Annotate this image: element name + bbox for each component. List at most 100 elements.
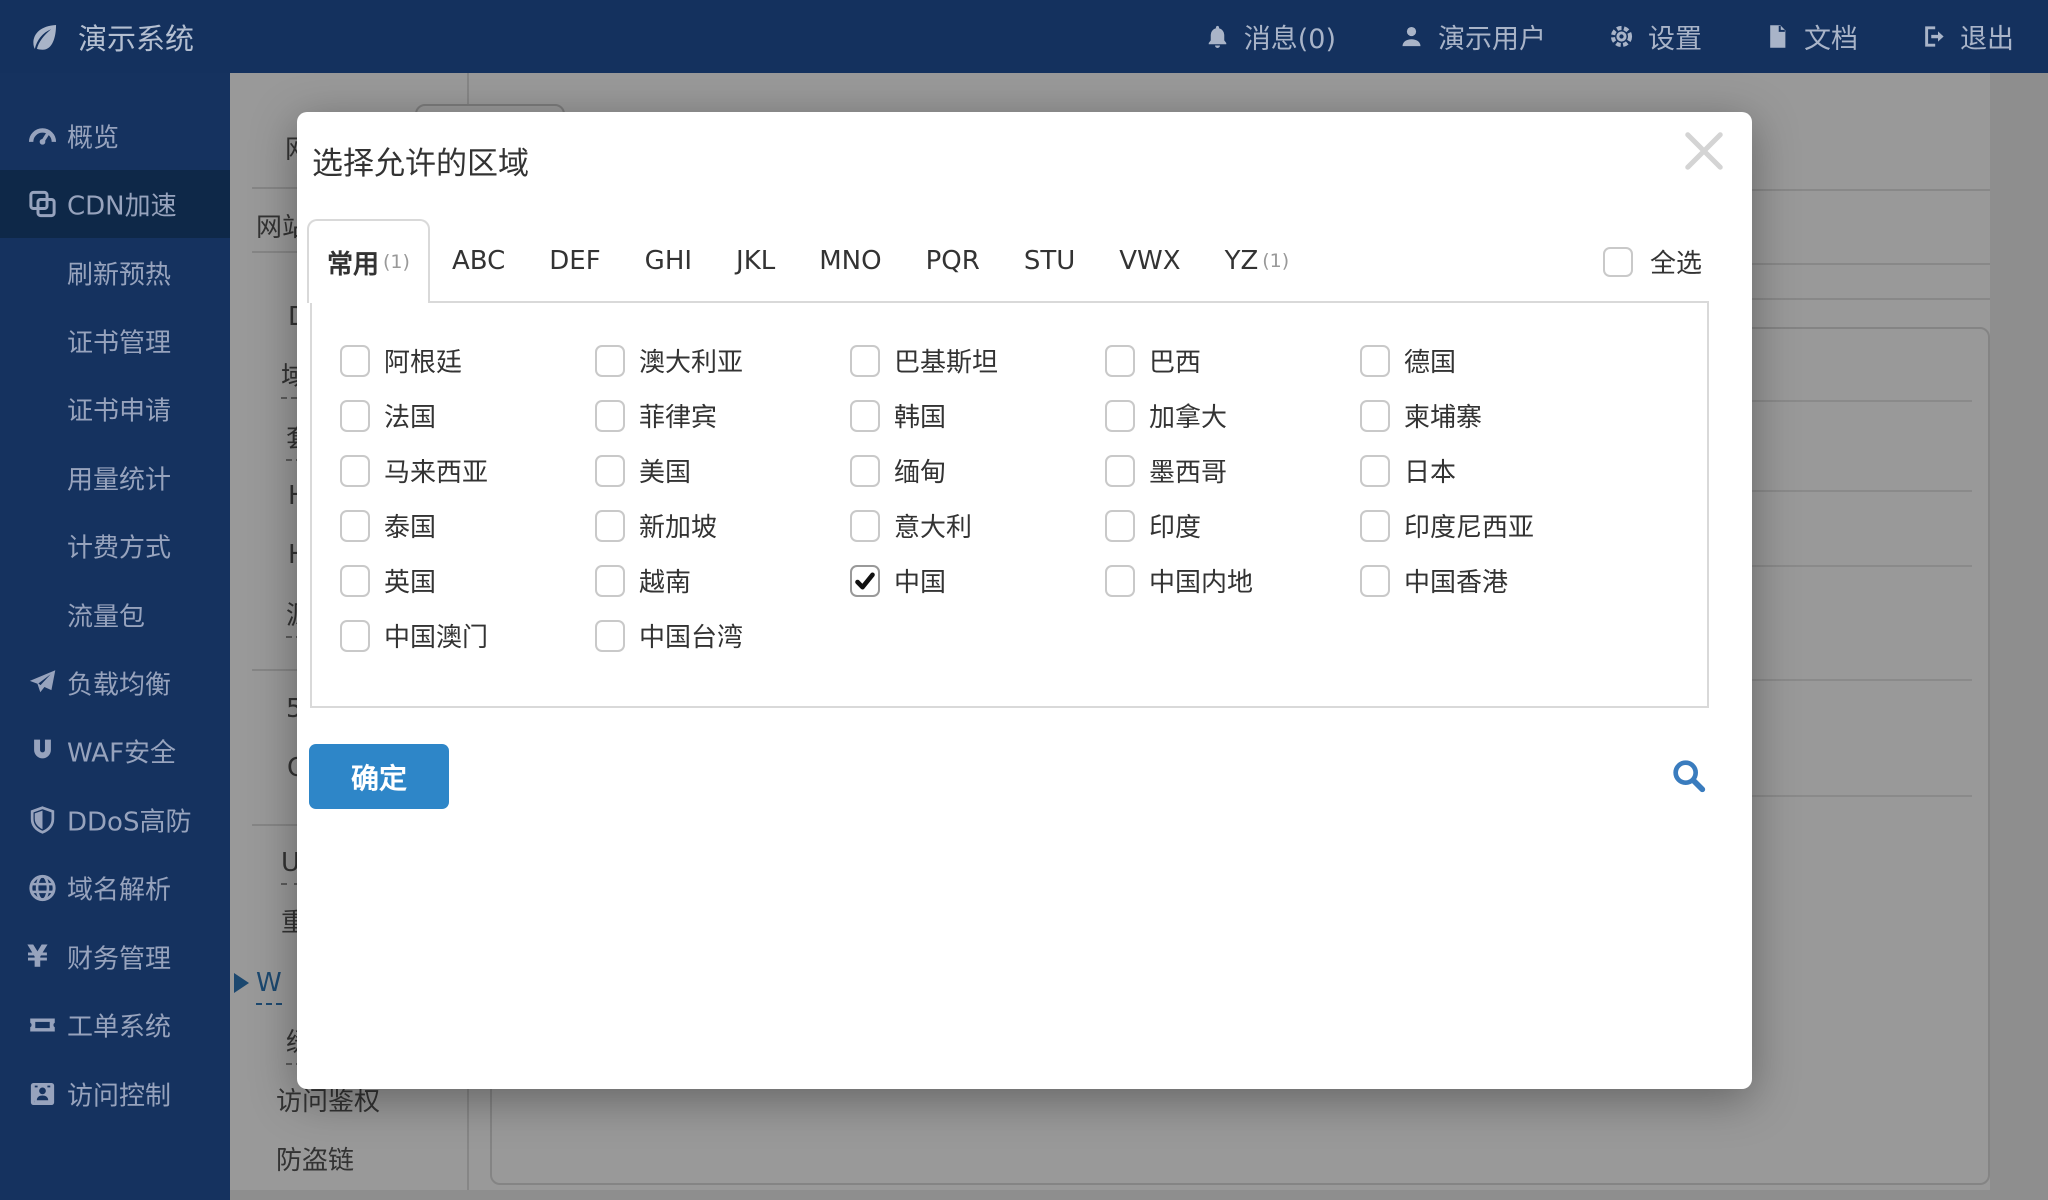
select-all[interactable]: 全选 bbox=[1603, 243, 1702, 280]
topnav-item-docs[interactable]: 文档 bbox=[1764, 17, 1858, 56]
region-item[interactable]: 加拿大 bbox=[1105, 388, 1360, 443]
region-item[interactable]: 美国 bbox=[595, 443, 850, 498]
region-checkbox[interactable] bbox=[1360, 509, 1390, 542]
region-checkbox[interactable] bbox=[1105, 344, 1135, 377]
sidebar-item-ddos[interactable]: DDoS高防 bbox=[0, 786, 230, 854]
region-item[interactable]: 意大利 bbox=[850, 498, 1105, 553]
tab-STU[interactable]: STU bbox=[1002, 219, 1097, 303]
region-item[interactable]: 中国台湾 bbox=[595, 608, 850, 663]
confirm-button[interactable]: 确定 bbox=[309, 744, 449, 809]
region-checkbox[interactable] bbox=[595, 344, 625, 377]
region-item[interactable]: 印度 bbox=[1105, 498, 1360, 553]
region-checkbox[interactable] bbox=[340, 344, 370, 377]
region-label: 韩国 bbox=[894, 403, 947, 433]
region-item[interactable]: 澳大利亚 bbox=[595, 333, 850, 388]
region-item[interactable]: 中国内地 bbox=[1105, 553, 1360, 608]
region-item[interactable]: 印度尼西亚 bbox=[1360, 498, 1615, 553]
region-checkbox[interactable] bbox=[595, 564, 625, 597]
sidebar-item-billing-method[interactable]: 计费方式 bbox=[0, 512, 230, 580]
region-item[interactable]: 法国 bbox=[340, 388, 595, 443]
region-item[interactable]: 英国 bbox=[340, 553, 595, 608]
tab-VWX[interactable]: VWX bbox=[1097, 219, 1202, 303]
region-checkbox[interactable] bbox=[1360, 454, 1390, 487]
sidebar-item-load-balance[interactable]: 负载均衡 bbox=[0, 649, 230, 717]
region-checkbox[interactable] bbox=[340, 454, 370, 487]
tab-DEF[interactable]: DEF bbox=[527, 219, 622, 303]
region-checkbox[interactable] bbox=[595, 509, 625, 542]
region-checkbox[interactable] bbox=[340, 509, 370, 542]
region-item[interactable]: 新加坡 bbox=[595, 498, 850, 553]
tab-PQR[interactable]: PQR bbox=[904, 219, 1002, 303]
region-checkbox[interactable] bbox=[340, 564, 370, 597]
brand[interactable]: 演示系统 bbox=[27, 16, 194, 58]
region-checkbox[interactable] bbox=[1360, 564, 1390, 597]
sidebar-item-cdn[interactable]: CDN加速 bbox=[0, 170, 230, 238]
region-checkbox[interactable] bbox=[850, 454, 880, 487]
region-checkbox[interactable] bbox=[850, 564, 880, 597]
region-checkbox[interactable] bbox=[595, 399, 625, 432]
region-item[interactable]: 中国澳门 bbox=[340, 608, 595, 663]
topnav-item-messages[interactable]: 消息(0) bbox=[1204, 17, 1336, 56]
region-item[interactable]: 巴西 bbox=[1105, 333, 1360, 388]
region-item[interactable]: 越南 bbox=[595, 553, 850, 608]
region-checkbox[interactable] bbox=[1360, 344, 1390, 377]
topnav-item-user[interactable]: 演示用户 bbox=[1398, 17, 1546, 56]
tab-ABC[interactable]: ABC bbox=[430, 219, 527, 303]
sidebar-item-cert-apply[interactable]: 证书申请 bbox=[0, 375, 230, 443]
sidebar-item-label: 流量包 bbox=[67, 602, 146, 633]
region-item[interactable]: 德国 bbox=[1360, 333, 1615, 388]
search-icon[interactable] bbox=[1669, 756, 1709, 796]
select-all-checkbox[interactable] bbox=[1603, 246, 1633, 277]
region-item[interactable]: 巴基斯坦 bbox=[850, 333, 1105, 388]
topnav-item-settings[interactable]: 设置 bbox=[1608, 17, 1702, 56]
region-checkbox[interactable] bbox=[850, 399, 880, 432]
topnav-item-logout[interactable]: 退出 bbox=[1920, 17, 2014, 56]
region-label: 意大利 bbox=[894, 513, 973, 543]
sidebar-item-dns[interactable]: 域名解析 bbox=[0, 854, 230, 922]
sidebar-item-label: 负载均衡 bbox=[67, 670, 172, 701]
tab-label: YZ bbox=[1224, 246, 1259, 276]
signout-icon bbox=[1920, 23, 1947, 50]
region-item[interactable]: 柬埔寨 bbox=[1360, 388, 1615, 443]
region-item[interactable]: 菲律宾 bbox=[595, 388, 850, 443]
region-checkbox[interactable] bbox=[850, 344, 880, 377]
region-label: 泰国 bbox=[384, 513, 437, 543]
tab-MNO[interactable]: MNO bbox=[797, 219, 903, 303]
sidebar-item-tickets[interactable]: 工单系统 bbox=[0, 991, 230, 1059]
region-item[interactable]: 韩国 bbox=[850, 388, 1105, 443]
region-item[interactable]: 阿根廷 bbox=[340, 333, 595, 388]
sidebar-item-traffic-package[interactable]: 流量包 bbox=[0, 581, 230, 649]
tab-count: (1) bbox=[383, 251, 410, 273]
region-checkbox[interactable] bbox=[1105, 399, 1135, 432]
sidebar-item-finance[interactable]: ¥ 财务管理 bbox=[0, 923, 230, 991]
top-navbar: 演示系统 消息(0) 演示用户 设置 文档 退出 bbox=[0, 0, 2048, 73]
region-checkbox[interactable] bbox=[595, 454, 625, 487]
region-item[interactable]: 中国香港 bbox=[1360, 553, 1615, 608]
sidebar-item-refresh-prewarm[interactable]: 刷新预热 bbox=[0, 239, 230, 307]
sidebar-item-waf[interactable]: WAF安全 bbox=[0, 717, 230, 785]
tab-常用[interactable]: 常用 (1) bbox=[307, 219, 430, 303]
region-checkbox[interactable] bbox=[340, 619, 370, 652]
region-item[interactable]: 日本 bbox=[1360, 443, 1615, 498]
region-checkbox[interactable] bbox=[850, 509, 880, 542]
sidebar-item-overview[interactable]: 概览 bbox=[0, 102, 230, 170]
region-item[interactable]: 马来西亚 bbox=[340, 443, 595, 498]
region-item[interactable]: 中国 bbox=[850, 553, 1105, 608]
tab-JKL[interactable]: JKL bbox=[714, 219, 797, 303]
region-checkbox[interactable] bbox=[1105, 454, 1135, 487]
region-checkbox[interactable] bbox=[595, 619, 625, 652]
topnav-item-label: 设置 bbox=[1648, 24, 1702, 55]
sidebar-item-cert-manage[interactable]: 证书管理 bbox=[0, 307, 230, 375]
region-item[interactable]: 缅甸 bbox=[850, 443, 1105, 498]
tab-YZ[interactable]: YZ (1) bbox=[1203, 219, 1312, 303]
region-checkbox[interactable] bbox=[340, 399, 370, 432]
tab-GHI[interactable]: GHI bbox=[623, 219, 714, 303]
region-checkbox[interactable] bbox=[1360, 399, 1390, 432]
region-checkbox[interactable] bbox=[1105, 564, 1135, 597]
region-checkbox[interactable] bbox=[1105, 509, 1135, 542]
sidebar-item-usage-stats[interactable]: 用量统计 bbox=[0, 444, 230, 512]
close-icon[interactable] bbox=[1679, 126, 1729, 176]
region-item[interactable]: 墨西哥 bbox=[1105, 443, 1360, 498]
sidebar-item-access-control[interactable]: 访问控制 bbox=[0, 1060, 230, 1128]
region-item[interactable]: 泰国 bbox=[340, 498, 595, 553]
